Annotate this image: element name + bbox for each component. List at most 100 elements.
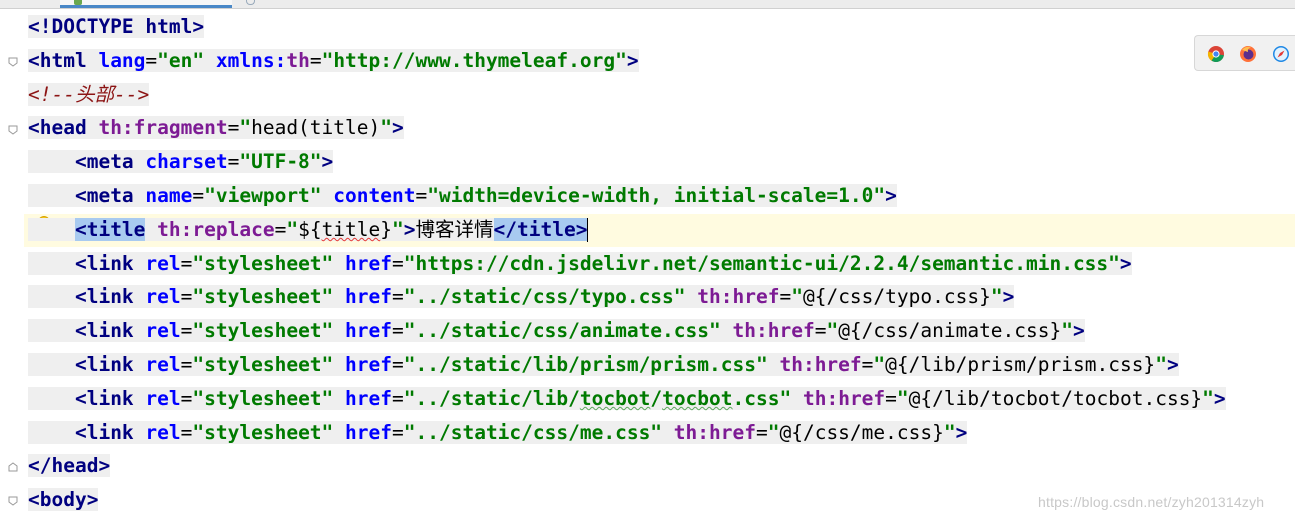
code-token: " <box>943 420 956 444</box>
code-token: </head> <box>28 454 111 478</box>
code-token: <link <box>74 319 146 343</box>
code-line[interactable]: <!DOCTYPE html> <box>28 10 1226 44</box>
code-token: @{/lib/prism/prism.css} <box>885 352 1156 376</box>
code-token: = <box>779 285 792 309</box>
code-token: "../static/lib/ <box>403 386 580 410</box>
code-token: = <box>180 319 193 343</box>
code-line[interactable]: <link rel="stylesheet" href="../static/c… <box>28 280 1226 314</box>
code-editor[interactable]: <!DOCTYPE html> <html lang="en" xmlns:th=… <box>28 10 1226 517</box>
code-token: th:fragment <box>98 116 228 140</box>
code-token: @{/css/me.css} <box>779 420 944 444</box>
code-token: "stylesheet" <box>192 285 334 309</box>
code-line[interactable]: <meta name="viewport" content="width=dev… <box>28 179 1226 213</box>
code-token: href <box>345 386 393 410</box>
safari-icon[interactable] <box>1272 45 1290 63</box>
browser-preview-toolbar <box>1194 35 1295 71</box>
code-token: <meta <box>74 183 146 207</box>
code-line-content: <html lang="en" xmlns:th="http://www.thy… <box>28 48 639 72</box>
code-token: "stylesheet" <box>192 251 334 275</box>
firefox-icon[interactable] <box>1239 45 1257 63</box>
code-token: th <box>286 48 310 72</box>
code-line[interactable]: <meta charset="UTF-8"> <box>28 145 1226 179</box>
code-token: ${ <box>298 217 322 241</box>
file-tab-icon[interactable] <box>246 0 255 5</box>
fold-marker-icon[interactable] <box>8 57 18 67</box>
code-token: href <box>345 285 393 309</box>
code-line[interactable]: <link rel="stylesheet" href="../static/c… <box>28 314 1226 348</box>
code-token: = <box>180 352 193 376</box>
code-line[interactable]: <html lang="en" xmlns:th="http://www.thy… <box>28 44 1226 78</box>
code-token: = <box>180 386 193 410</box>
code-line[interactable]: <link rel="stylesheet" href="https://cdn… <box>28 247 1226 281</box>
code-line[interactable]: <link rel="stylesheet" href="../static/c… <box>28 416 1226 450</box>
code-token: = <box>392 251 404 275</box>
code-line-content: <link rel="stylesheet" href="../static/l… <box>28 352 1179 376</box>
fold-marker-icon[interactable] <box>8 496 18 506</box>
fold-marker-icon[interactable] <box>8 125 18 135</box>
fold-end-marker-icon[interactable] <box>8 462 18 472</box>
code-token: " <box>239 116 252 140</box>
code-token: head(title) <box>251 116 381 140</box>
code-token: href <box>345 251 393 275</box>
code-token: = <box>180 420 193 444</box>
code-token: = <box>861 352 874 376</box>
code-token: = <box>227 116 240 140</box>
html-file-icon <box>74 0 82 5</box>
code-token: "stylesheet" <box>192 386 334 410</box>
code-line[interactable]: <link rel="stylesheet" href="../static/l… <box>28 348 1226 382</box>
code-token: = <box>755 420 768 444</box>
code-token: " <box>1155 352 1167 376</box>
code-token: > <box>321 150 334 174</box>
code-token: > <box>1073 319 1085 343</box>
code-token: " <box>286 217 299 241</box>
code-line[interactable]: </head> <box>28 449 1226 483</box>
code-token: lang <box>98 48 146 72</box>
code-line[interactable]: <link rel="stylesheet" href="../static/l… <box>28 382 1226 416</box>
code-token: <meta <box>74 150 146 174</box>
code-token: = <box>885 386 897 410</box>
code-token: 博客详情 <box>415 217 494 241</box>
tab-active-file[interactable] <box>60 0 232 8</box>
code-token: th:href <box>673 420 756 444</box>
code-token: .css" <box>732 386 792 410</box>
code-token: "../static/css/animate.css" <box>403 319 721 343</box>
code-token: <!--头部--> <box>28 82 150 106</box>
code-token: @{/lib/tocbot/tocbot.css} <box>908 386 1203 410</box>
code-line[interactable]: <title th:replace="${title}">博客详情</title… <box>28 213 1226 247</box>
code-token: " <box>826 319 839 343</box>
code-token: > <box>1213 386 1226 410</box>
code-token: href <box>345 352 393 376</box>
code-token: rel <box>145 251 181 275</box>
code-token: > <box>885 183 897 207</box>
code-token: " <box>380 116 392 140</box>
code-line-content: <!DOCTYPE html> <box>28 15 205 38</box>
code-token: @{/css/typo.css} <box>802 285 991 309</box>
code-token: = <box>392 386 404 410</box>
code-token: = <box>180 251 193 275</box>
code-token: <!DOCTYPE html> <box>28 15 205 38</box>
code-token: > <box>1119 251 1132 275</box>
code-token: rel <box>145 386 181 410</box>
code-line-content: <link rel="stylesheet" href="../static/c… <box>28 319 1085 343</box>
code-token: href <box>345 420 393 444</box>
code-token: " <box>990 285 1003 309</box>
code-token: th:href <box>802 386 886 410</box>
code-token: } <box>380 217 393 241</box>
code-line[interactable]: <!--头部--> <box>28 78 1226 112</box>
code-token: rel <box>145 319 181 343</box>
code-token: = <box>814 319 827 343</box>
chrome-icon[interactable] <box>1207 45 1225 63</box>
code-line-content: <link rel="stylesheet" href="../static/l… <box>28 386 1226 410</box>
code-line[interactable]: <head th:fragment="head(title)"> <box>28 111 1226 145</box>
